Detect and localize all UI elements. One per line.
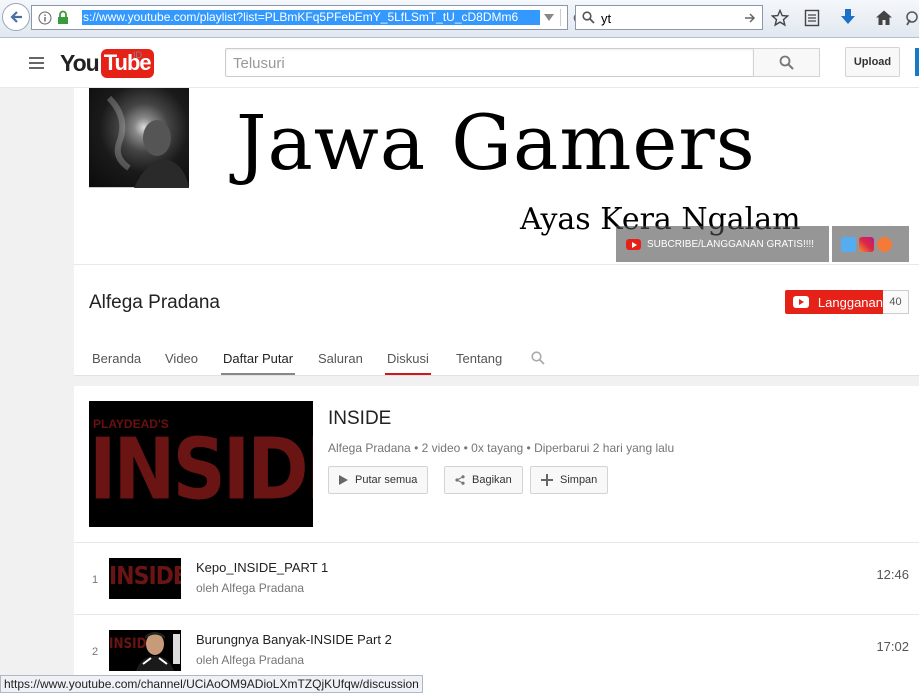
tab-video[interactable]: Video (165, 340, 198, 376)
playlist-title: INSIDE (328, 408, 392, 429)
video-duration: 17:02 (876, 639, 909, 654)
playlist-meta: Alfega Pradana • 2 video • 0x tayang • D… (328, 441, 675, 455)
subscribe-label: Langganan (817, 294, 883, 310)
back-arrow-icon (10, 11, 22, 23)
thumb-person (136, 632, 180, 671)
dropdown-icon[interactable] (544, 14, 554, 22)
tab-beranda[interactable]: Beranda (92, 340, 141, 376)
bookmark-star-icon[interactable] (771, 9, 789, 27)
channel-avatar[interactable] (89, 88, 189, 188)
home-icon[interactable] (875, 9, 893, 26)
playlist-item[interactable]: 1 INSIDE Kepo_INSIDE_PART 1 oleh Alfega … (74, 542, 919, 614)
banner-title: Jawa Gamers (236, 98, 756, 187)
address-bar[interactable]: s://www.youtube.com/playlist?list=PLBmKF… (31, 5, 585, 30)
tab-tentang[interactable]: Tentang (456, 340, 502, 376)
tab-saluran[interactable]: Saluran (318, 340, 363, 376)
upload-button[interactable]: Upload (845, 47, 900, 77)
share-label: Bagikan (472, 474, 512, 486)
thumb-text: INSIDE (109, 562, 181, 591)
plus-icon (541, 474, 553, 486)
tabs-divider (74, 375, 919, 376)
overflow-icon[interactable] (905, 10, 919, 26)
menu-icon[interactable] (29, 57, 44, 69)
play-all-button[interactable]: Putar semua (328, 466, 429, 494)
avatar-photo (106, 95, 189, 188)
instagram-icon[interactable] (859, 236, 874, 252)
lock-icon (58, 10, 68, 24)
social-links (832, 226, 909, 262)
subscribe-button[interactable]: Langganan (785, 290, 883, 314)
tab-daftar-putar[interactable]: Daftar Putar (221, 340, 296, 376)
video-thumbnail[interactable]: INSIDE (109, 558, 181, 599)
banner-subscribe-text: SUBCRIBE/LANGGANAN GRATIS!!!! (647, 238, 815, 250)
play-icon (339, 475, 348, 485)
video-title[interactable]: Kepo_INSIDE_PART 1 (196, 560, 328, 575)
channel-name[interactable]: Alfega Pradana (89, 292, 220, 314)
sign-in-button-edge[interactable] (915, 48, 919, 76)
status-bar: https://www.youtube.com/channel/UCiAoOM9… (0, 675, 423, 693)
go-arrow-icon[interactable] (744, 12, 756, 24)
cat-icon[interactable] (877, 236, 892, 252)
download-icon[interactable] (840, 8, 856, 26)
browser-toolbar: s://www.youtube.com/playlist?list=PLBmKF… (0, 0, 919, 38)
video-title[interactable]: Burungnya Banyak-INSIDE Part 2 (196, 632, 392, 647)
channel-header: Jawa Gamers Ayas Kera Ngalam SUBCRIBE/LA… (74, 88, 919, 376)
item-index: 1 (92, 574, 99, 586)
browser-search-box[interactable]: yt (575, 5, 763, 30)
info-icon[interactable] (38, 11, 52, 25)
back-button[interactable] (2, 3, 30, 31)
channel-search-icon[interactable] (531, 351, 545, 365)
channel-banner: Jawa Gamers Ayas Kera Ngalam SUBCRIBE/LA… (74, 88, 919, 264)
banner-subscribe-link[interactable]: SUBCRIBE/LANGGANAN GRATIS!!!! (616, 226, 829, 262)
youtube-play-icon (626, 238, 641, 250)
url-text[interactable]: s://www.youtube.com/playlist?list=PLBmKF… (82, 10, 540, 25)
play-all-label: Putar semua (355, 474, 418, 486)
divider (560, 9, 561, 26)
region-code: ID (133, 50, 142, 60)
tab-diskusi[interactable]: Diskusi (385, 340, 431, 376)
video-owner[interactable]: oleh Alfega Pradana (196, 581, 304, 595)
video-owner[interactable]: oleh Alfega Pradana (196, 653, 304, 667)
thumb-main-text: INSIDE (89, 420, 313, 520)
youtube-search-button[interactable] (753, 48, 820, 77)
search-icon (582, 11, 595, 24)
save-button[interactable]: Simpan (530, 466, 609, 494)
playlist-thumbnail[interactable]: PLAYDEAD'S INSIDE (89, 401, 313, 527)
twitter-icon[interactable] (841, 236, 856, 252)
video-duration: 12:46 (876, 567, 909, 582)
share-icon (455, 475, 465, 485)
reading-list-icon[interactable] (804, 9, 820, 27)
save-label: Simpan (560, 474, 598, 486)
subscriber-count: 40 (883, 290, 909, 314)
share-button[interactable]: Bagikan (444, 466, 523, 494)
video-thumbnail[interactable]: INSIDE (109, 630, 181, 671)
playlist-panel: PLAYDEAD'S INSIDE INSIDE Alfega Pradana … (74, 386, 919, 693)
youtube-header: You Tube ID Telusuri Upload (0, 38, 919, 88)
logo-you: You (60, 49, 100, 76)
browser-search-value[interactable]: yt (601, 11, 611, 26)
youtube-search-input[interactable]: Telusuri (225, 48, 754, 77)
item-index: 2 (92, 646, 99, 658)
youtube-play-icon (793, 296, 809, 308)
search-icon (779, 55, 794, 70)
logo-tube: Tube (100, 48, 154, 78)
banner-divider (74, 264, 919, 265)
search-placeholder: Telusuri (233, 55, 285, 72)
